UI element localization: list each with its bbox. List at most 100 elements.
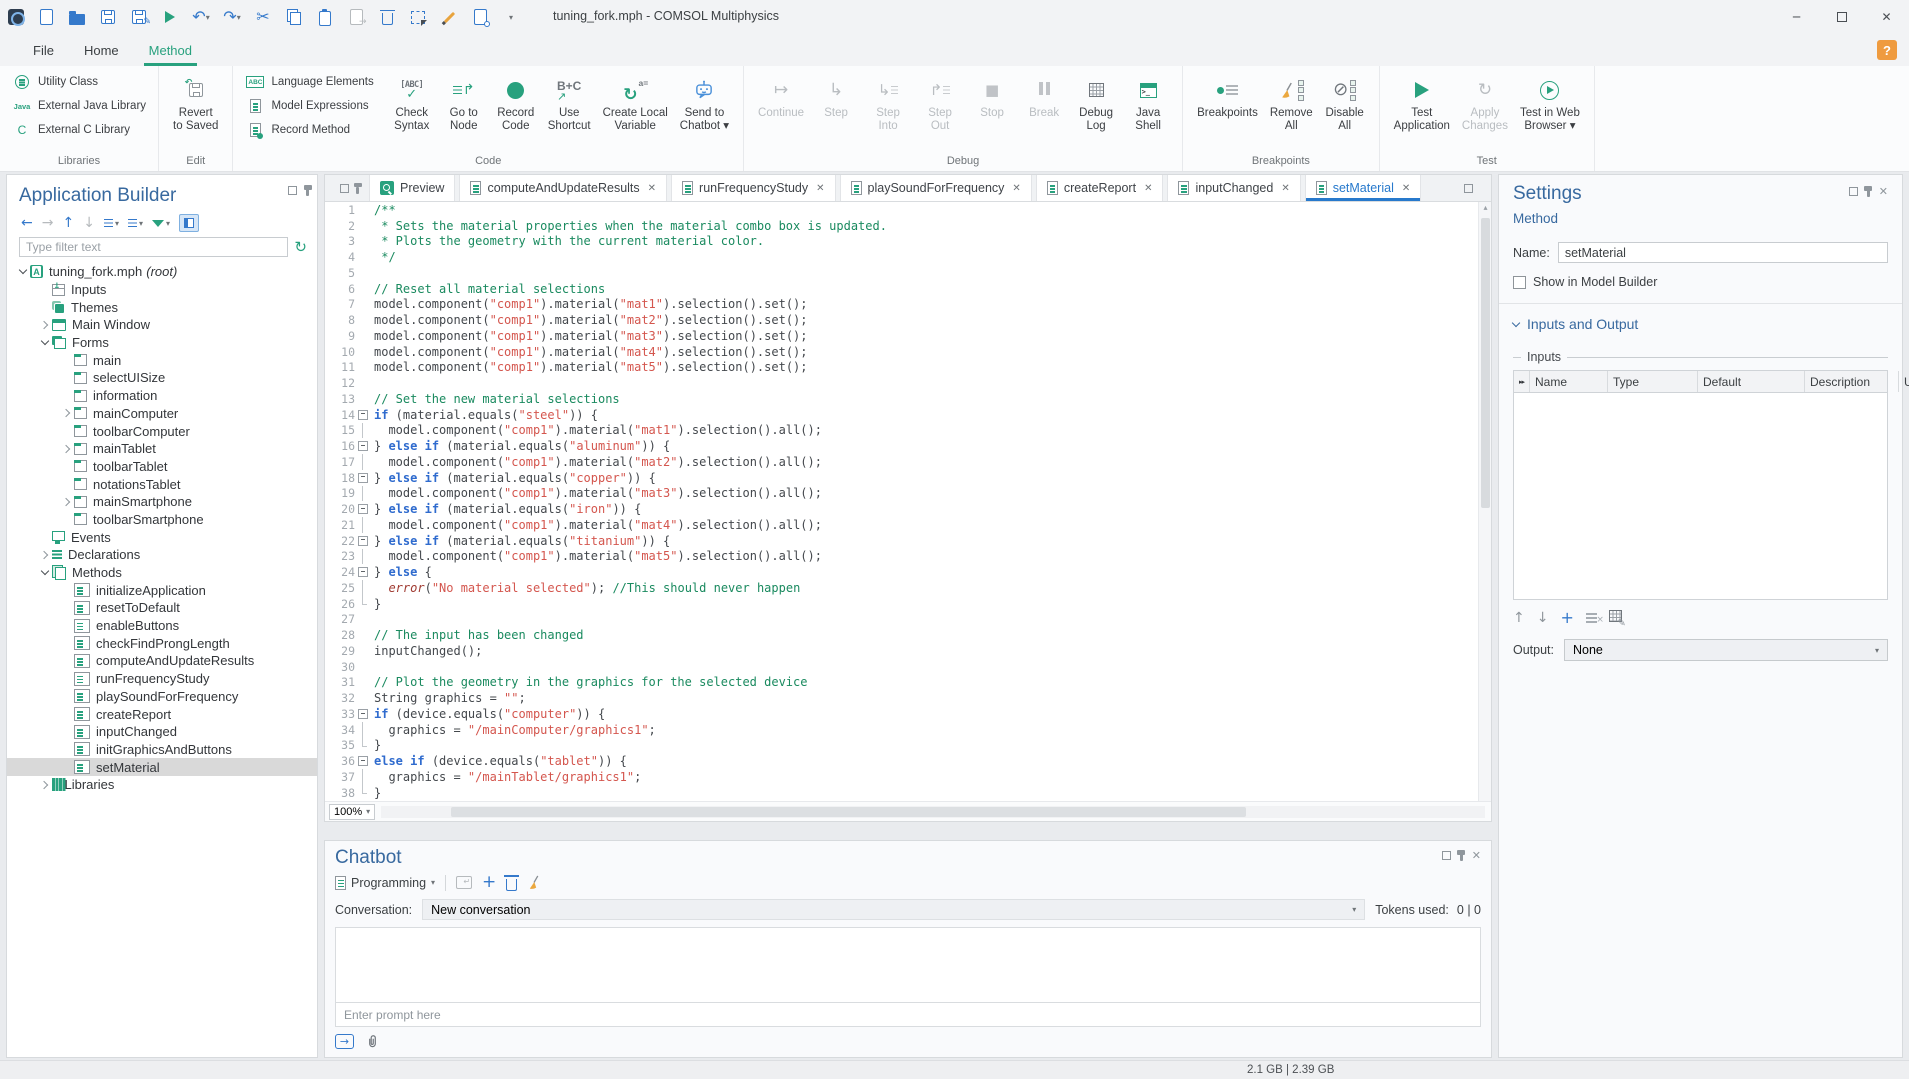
run-button[interactable] bbox=[161, 5, 179, 29]
fold-toggle-icon[interactable] bbox=[355, 470, 370, 486]
clear-selection-button[interactable] bbox=[440, 5, 458, 29]
tree-expander-icon[interactable] bbox=[37, 552, 52, 558]
horizontal-scrollbar-thumb[interactable] bbox=[451, 807, 1246, 817]
tree-expander-icon[interactable] bbox=[15, 270, 30, 273]
tab-home[interactable]: Home bbox=[69, 34, 134, 66]
checkbox-icon[interactable] bbox=[1513, 276, 1526, 289]
go-to-node-button[interactable]: ↱ Go to Node bbox=[438, 71, 490, 133]
method-name-input[interactable] bbox=[1558, 242, 1888, 263]
maximize-button[interactable] bbox=[1819, 0, 1864, 34]
column-header-name[interactable]: Name bbox=[1530, 371, 1608, 392]
revert-to-saved-button[interactable]: ↶ Revert to Saved bbox=[167, 71, 224, 133]
conversation-select[interactable]: New conversation ▾ bbox=[422, 899, 1365, 920]
close-tab-icon[interactable]: ✕ bbox=[1281, 183, 1289, 194]
tree-expander-icon[interactable] bbox=[37, 571, 52, 574]
tree-item-initializeApplication[interactable]: initializeApplication bbox=[7, 581, 317, 599]
chatbot-mode-dropdown[interactable]: Programming ▾ bbox=[335, 876, 435, 890]
edit-table-button[interactable]: ✎ bbox=[1609, 610, 1622, 626]
tree-expander-icon[interactable] bbox=[37, 782, 52, 788]
language-elements-button[interactable]: ABCLanguage Elements bbox=[241, 71, 377, 93]
check-syntax-button[interactable]: [ABC]✓ Check Syntax bbox=[386, 71, 438, 133]
horizontal-scrollbar[interactable] bbox=[381, 806, 1485, 818]
tab-file[interactable]: File bbox=[18, 34, 69, 66]
chatbot-close-icon[interactable]: ✕ bbox=[1472, 850, 1481, 861]
show-in-model-builder-row[interactable]: Show in Model Builder bbox=[1513, 275, 1888, 289]
add-input-button[interactable]: + bbox=[1560, 608, 1573, 627]
delete-input-button[interactable] bbox=[1586, 613, 1597, 623]
tree-item-runFrequencyStudy[interactable]: runFrequencyStudy bbox=[7, 670, 317, 688]
editor-tab-computeAndUpdateResults[interactable]: computeAndUpdateResults✕ bbox=[459, 175, 667, 201]
chatbot-float-icon[interactable] bbox=[1442, 851, 1451, 860]
column-header-description[interactable]: Description bbox=[1805, 371, 1899, 392]
close-tab-icon[interactable]: ✕ bbox=[1144, 183, 1152, 194]
tree-item-Themes[interactable]: Themes bbox=[7, 298, 317, 316]
utility-class-button[interactable]: Utility Class bbox=[8, 71, 102, 93]
vertical-scrollbar-thumb[interactable] bbox=[1481, 218, 1490, 508]
back-button[interactable]: ← bbox=[21, 215, 33, 231]
close-tab-icon[interactable]: ✕ bbox=[1012, 183, 1020, 194]
scroll-up-icon[interactable]: ▴ bbox=[1479, 204, 1492, 212]
external-c-library-button[interactable]: CExternal C Library bbox=[8, 119, 134, 141]
help-button[interactable]: ? bbox=[1877, 40, 1897, 60]
settings-float-icon[interactable] bbox=[1849, 187, 1858, 196]
model-expressions-button[interactable]: Model Expressions bbox=[241, 95, 372, 117]
editor-tab-playSoundForFrequency[interactable]: playSoundForFrequency✕ bbox=[840, 175, 1032, 201]
record-method-button[interactable]: Record Method bbox=[241, 119, 354, 141]
minimize-button[interactable]: ─ bbox=[1774, 0, 1819, 34]
tab-method[interactable]: Method bbox=[134, 34, 207, 66]
prompt-input[interactable] bbox=[336, 1008, 1480, 1022]
filter-button[interactable]: ▾ bbox=[152, 219, 170, 228]
send-to-editor-button[interactable] bbox=[456, 876, 472, 889]
tree-item-mainComputer[interactable]: mainComputer bbox=[7, 405, 317, 423]
clear-conversation-button[interactable] bbox=[527, 875, 542, 890]
fold-toggle-icon[interactable] bbox=[355, 564, 370, 580]
pin-panel-icon[interactable] bbox=[306, 189, 309, 196]
paste-button[interactable] bbox=[316, 5, 334, 29]
tree-item-mainTablet[interactable]: mainTablet bbox=[7, 440, 317, 458]
fold-toggle-icon[interactable] bbox=[355, 407, 370, 423]
tree-expander-icon[interactable] bbox=[37, 341, 52, 344]
find-button[interactable] bbox=[471, 5, 489, 29]
use-shortcut-button[interactable]: B+C↗ Use Shortcut bbox=[542, 71, 597, 133]
tree-item-information[interactable]: information bbox=[7, 387, 317, 405]
fold-toggle-icon[interactable] bbox=[355, 706, 370, 722]
tree-item-tuning-fork-mph[interactable]: Atuning_fork.mph(root) bbox=[7, 263, 317, 281]
remove-all-button[interactable]: Remove All bbox=[1264, 71, 1319, 133]
attach-file-button[interactable] bbox=[366, 1034, 379, 1049]
debug-log-button[interactable]: Debug Log bbox=[1070, 71, 1122, 133]
external-java-library-button[interactable]: JavaExternal Java Library bbox=[8, 95, 150, 117]
tree-item-notationsTablet[interactable]: notationsTablet bbox=[7, 475, 317, 493]
move-up-button[interactable]: ↑ bbox=[62, 215, 74, 231]
column-header-default[interactable]: Default bbox=[1698, 371, 1805, 392]
delete-conversation-button[interactable] bbox=[506, 875, 517, 891]
step-into-button[interactable]: ↳Step Into bbox=[862, 71, 914, 133]
tree-item-createReport[interactable]: createReport bbox=[7, 705, 317, 723]
forward-button[interactable]: → bbox=[42, 215, 54, 231]
move-input-up-button[interactable]: ↑ bbox=[1513, 610, 1525, 626]
column-header-type[interactable]: Type bbox=[1608, 371, 1698, 392]
undo-button[interactable]: ↶▾ bbox=[192, 5, 210, 29]
send-prompt-button[interactable]: → bbox=[335, 1034, 354, 1049]
editor-tab-setMaterial[interactable]: setMaterial✕ bbox=[1305, 175, 1422, 201]
tree-item-Inputs[interactable]: Inputs bbox=[7, 281, 317, 299]
inputs-table-body[interactable] bbox=[1514, 393, 1887, 599]
editor-zoom-select[interactable]: 100%▾ bbox=[329, 804, 375, 820]
tree-item-computeAndUpdateResults[interactable]: computeAndUpdateResults bbox=[7, 652, 317, 670]
continue-button[interactable]: ↦Continue bbox=[752, 71, 810, 120]
tree-item-mainSmartphone[interactable]: mainSmartphone bbox=[7, 493, 317, 511]
editor-tab-inputChanged[interactable]: inputChanged✕ bbox=[1167, 175, 1300, 201]
tree-item-main[interactable]: main bbox=[7, 351, 317, 369]
step-button[interactable]: ↳Step bbox=[810, 71, 862, 120]
tree-item-toolbarTablet[interactable]: toolbarTablet bbox=[7, 458, 317, 476]
column-header-ur[interactable]: Ur bbox=[1899, 371, 1909, 392]
close-tab-icon[interactable]: ✕ bbox=[648, 183, 656, 194]
tree-item-playSoundForFrequency[interactable]: playSoundForFrequency bbox=[7, 688, 317, 706]
tree-item-Declarations[interactable]: Declarations bbox=[7, 546, 317, 564]
tree-item-Events[interactable]: Events bbox=[7, 528, 317, 546]
step-out-button[interactable]: ↱Step Out bbox=[914, 71, 966, 133]
record-code-button[interactable]: Record Code bbox=[490, 71, 542, 133]
test-in-web-browser-button[interactable]: Test in Web Browser ▾ bbox=[1514, 71, 1586, 133]
tree-item-Main-Window[interactable]: Main Window bbox=[7, 316, 317, 334]
fold-toggle-icon[interactable] bbox=[355, 753, 370, 769]
float-panel-icon[interactable] bbox=[288, 186, 297, 195]
